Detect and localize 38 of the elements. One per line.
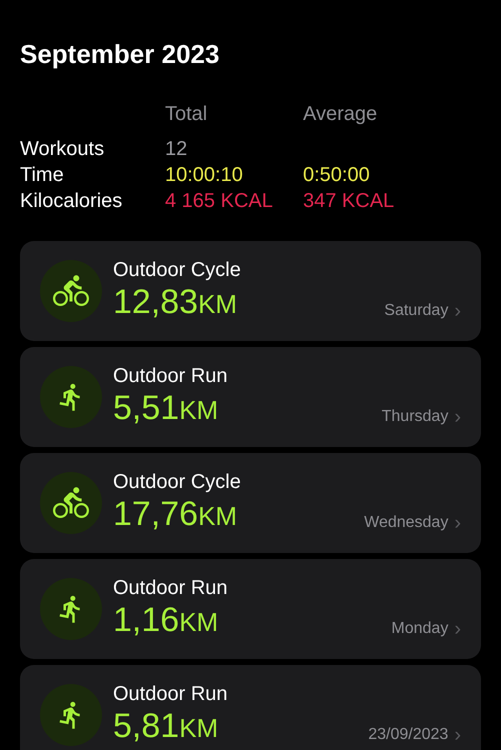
workout-date: Saturday <box>384 301 448 321</box>
workout-date: Wednesday <box>364 513 448 533</box>
chevron-icon: › <box>454 725 461 745</box>
workout-name: Outdoor Cycle <box>113 258 241 282</box>
workout-name: Outdoor Run <box>113 576 228 600</box>
stat-average: 0:50:00 <box>303 163 371 188</box>
column-header: Total <box>165 102 208 127</box>
stat-total: 12 <box>165 137 188 162</box>
workout-card[interactable]: Outdoor Cycle 17,76KM Wednesday › <box>20 453 481 553</box>
column-header: Average <box>303 102 378 127</box>
workout-distance: 5,51KM <box>113 388 220 429</box>
stat-label: Time <box>20 163 65 188</box>
workout-name: Outdoor Run <box>113 364 228 388</box>
stat-average: 347 KCAL <box>303 189 396 214</box>
chevron-icon: › <box>454 619 461 639</box>
bicycle-icon <box>53 485 89 521</box>
workout-distance: 5,81KM <box>113 706 220 747</box>
chevron-icon: › <box>454 513 461 533</box>
workout-card[interactable]: Outdoor Run 5,81KM 23/09/2023 › <box>20 665 481 750</box>
stat-total: 10:00:10 <box>165 163 244 188</box>
workout-distance: 1,16KM <box>113 600 220 641</box>
stat-total: 4 165 KCAL <box>165 189 274 214</box>
workout-card[interactable]: Outdoor Cycle 12,83KM Saturday › <box>20 241 481 341</box>
workout-date: Thursday <box>382 407 448 427</box>
workout-card[interactable]: Outdoor Run 5,51KM Thursday › <box>20 347 481 447</box>
workout-card[interactable]: Outdoor Run 1,16KM Monday › <box>20 559 481 659</box>
stat-label: Workouts <box>20 137 106 162</box>
stat-label: Kilocalories <box>20 189 124 214</box>
period-heading: September 2023 <box>19 38 220 70</box>
workout-distance: 12,83KM <box>113 282 238 323</box>
workout-name: Outdoor Cycle <box>113 470 241 494</box>
workout-distance: 17,76KM <box>113 494 238 535</box>
workout-date: 23/09/2023 <box>368 725 448 745</box>
workout-name: Outdoor Run <box>113 682 228 706</box>
bicycle-icon <box>53 273 89 309</box>
chevron-icon: › <box>454 301 461 321</box>
workout-date: Monday <box>391 619 448 639</box>
chevron-icon: › <box>454 407 461 427</box>
